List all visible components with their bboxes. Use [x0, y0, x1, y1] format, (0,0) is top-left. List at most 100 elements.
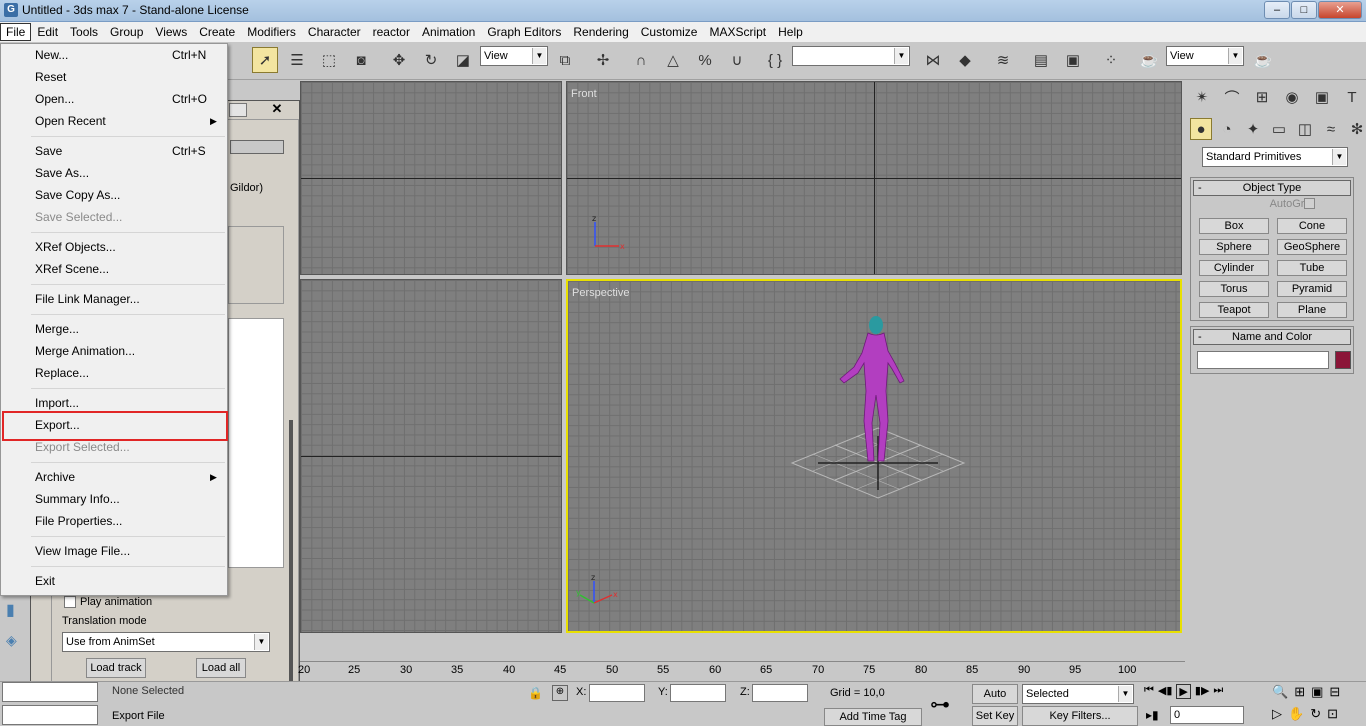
menu-rendering[interactable]: Rendering	[567, 23, 634, 41]
menu-export-selected[interactable]: Export Selected...	[35, 436, 130, 458]
menu-merge-animation[interactable]: Merge Animation...	[35, 340, 135, 362]
scale-icon[interactable]: ◪	[450, 47, 476, 73]
maxscript-listener-field[interactable]	[2, 682, 98, 702]
tube-button[interactable]: Tube	[1277, 260, 1347, 276]
shapes-icon[interactable]: ◔	[1216, 118, 1238, 140]
track-bar[interactable]: 20 25 30 35 40 45 50 55 60 65 70 75 80 8…	[298, 658, 1185, 682]
menu-save[interactable]: Save	[35, 140, 62, 162]
reference-coordinate-select[interactable]: View ▼	[480, 46, 548, 66]
side-icon-2[interactable]: ◈	[6, 632, 17, 649]
menu-maxscript[interactable]: MAXScript	[703, 23, 772, 41]
mirror-icon[interactable]: ⋈	[920, 47, 946, 73]
add-time-tag-button[interactable]: Add Time Tag	[824, 708, 922, 726]
menu-animation[interactable]: Animation	[416, 23, 481, 41]
select-by-name-icon[interactable]: ☰	[284, 47, 310, 73]
minimize-button[interactable]: –	[1264, 1, 1290, 19]
rotate-icon[interactable]: ↻	[418, 47, 444, 73]
play-icon[interactable]: ▶	[1176, 684, 1191, 699]
window-crossing-icon[interactable]: ◙	[348, 47, 374, 73]
lock-selection-icon[interactable]: 🔒	[528, 686, 543, 700]
object-type-header[interactable]: - Object Type	[1193, 180, 1351, 196]
viewport-left[interactable]	[300, 279, 562, 633]
menu-character[interactable]: Character	[302, 23, 367, 41]
pyramid-button[interactable]: Pyramid	[1277, 281, 1347, 297]
translation-mode-select[interactable]: Use from AnimSet ▼	[62, 632, 270, 652]
sphere-button[interactable]: Sphere	[1199, 239, 1269, 255]
zoom-extents-all-icon[interactable]: ⊟	[1329, 684, 1340, 700]
menu-views[interactable]: Views	[149, 23, 193, 41]
dialog-field[interactable]	[230, 140, 284, 154]
viewport-front[interactable]: Front z x	[566, 81, 1182, 275]
set-key-button[interactable]: Set Key	[972, 706, 1018, 726]
snap-toggle-icon[interactable]: ∩	[628, 47, 654, 73]
absolute-mode-icon[interactable]: ⊕	[552, 685, 568, 701]
torus-button[interactable]: Torus	[1199, 281, 1269, 297]
dialog-scrollbar[interactable]	[289, 420, 293, 688]
pan-icon[interactable]: ✋	[1288, 706, 1304, 722]
next-frame-icon[interactable]: ▮▶	[1195, 684, 1210, 699]
menu-merge[interactable]: Merge...	[35, 318, 79, 340]
go-to-start-icon[interactable]: ⏮	[1144, 684, 1154, 699]
menu-xref-scene[interactable]: XRef Scene...	[35, 258, 109, 280]
z-coordinate-field[interactable]	[752, 684, 808, 702]
menu-customize[interactable]: Customize	[635, 23, 704, 41]
side-icon[interactable]: ▮	[6, 600, 15, 620]
menu-archive[interactable]: Archive	[35, 466, 75, 488]
hierarchy-tab-icon[interactable]: ⊞	[1250, 85, 1274, 109]
x-coordinate-field[interactable]	[589, 684, 645, 702]
render-type-select[interactable]: View ▼	[1166, 46, 1244, 66]
named-selection-set[interactable]: ▼	[792, 46, 910, 66]
menu-edit[interactable]: Edit	[31, 23, 64, 41]
pivot-center-icon[interactable]: ⧉	[552, 47, 578, 73]
render-scene-icon[interactable]: ☕	[1136, 47, 1162, 73]
close-button[interactable]: ✕	[1318, 1, 1362, 19]
menu-reactor[interactable]: reactor	[367, 23, 416, 41]
modify-tab-icon[interactable]: ⌒	[1220, 85, 1244, 109]
menu-file[interactable]: File	[0, 23, 32, 41]
object-category-select[interactable]: Standard Primitives ▼	[1202, 147, 1348, 167]
quick-render-icon[interactable]: ☕	[1250, 47, 1276, 73]
menu-open[interactable]: Open...	[35, 88, 74, 110]
key-mode-icon[interactable]: ⊶	[930, 692, 950, 717]
rectangular-selection-icon[interactable]: ⬚	[316, 47, 342, 73]
edit-named-selection-icon[interactable]: { }	[762, 47, 788, 73]
auto-key-button[interactable]: Auto Key	[972, 684, 1018, 718]
percent-snap-icon[interactable]: %	[692, 47, 718, 73]
curve-editor-icon[interactable]: ▤	[1028, 47, 1054, 73]
spinner-snap-icon[interactable]: ∪	[724, 47, 750, 73]
menu-modifiers[interactable]: Modifiers	[241, 23, 302, 41]
menu-open-recent[interactable]: Open Recent	[35, 110, 106, 132]
menu-new[interactable]: New...	[35, 44, 68, 66]
maximize-viewport-icon[interactable]: ⊡	[1327, 706, 1338, 722]
viewport-top[interactable]	[300, 81, 562, 275]
dialog-list-box[interactable]	[228, 318, 284, 568]
plane-button[interactable]: Plane	[1277, 302, 1347, 318]
go-to-end-icon[interactable]: ⏭	[1213, 684, 1223, 699]
select-manipulate-icon[interactable]: ✢	[590, 47, 616, 73]
menu-graph-editors[interactable]: Graph Editors	[481, 23, 567, 41]
systems-icon[interactable]: ✻	[1346, 118, 1366, 140]
zoom-all-icon[interactable]: ⊞	[1294, 684, 1305, 700]
material-editor-icon[interactable]: ⁘	[1098, 47, 1124, 73]
motion-tab-icon[interactable]: ◉	[1280, 85, 1304, 109]
menu-file-properties[interactable]: File Properties...	[35, 510, 122, 532]
menu-replace[interactable]: Replace...	[35, 362, 89, 384]
menu-summary-info[interactable]: Summary Info...	[35, 488, 120, 510]
menu-save-copy-as[interactable]: Save Copy As...	[35, 184, 120, 206]
menu-save-as[interactable]: Save As...	[35, 162, 89, 184]
object-color-swatch[interactable]	[1335, 351, 1351, 369]
play-animation-checkbox[interactable]	[64, 596, 76, 608]
current-frame-field[interactable]: 0	[1170, 706, 1244, 724]
key-mode-toggle-icon[interactable]: ▸▮	[1146, 708, 1159, 722]
dialog-restore-button[interactable]	[229, 103, 247, 117]
zoom-extents-icon[interactable]: ▣	[1311, 684, 1323, 700]
menu-create[interactable]: Create	[193, 23, 241, 41]
maxscript-input-field[interactable]	[2, 705, 98, 725]
menu-xref-objects[interactable]: XRef Objects...	[35, 236, 116, 258]
autogrid-checkbox[interactable]	[1304, 198, 1315, 209]
layer-manager-icon[interactable]: ≋	[990, 47, 1016, 73]
load-all-button[interactable]: Load all	[196, 658, 246, 678]
key-filters-button[interactable]: Key Filters...	[1022, 706, 1138, 726]
create-tab-icon[interactable]: ✴	[1190, 85, 1214, 109]
dialog-close-button[interactable]: ✕	[259, 101, 295, 119]
